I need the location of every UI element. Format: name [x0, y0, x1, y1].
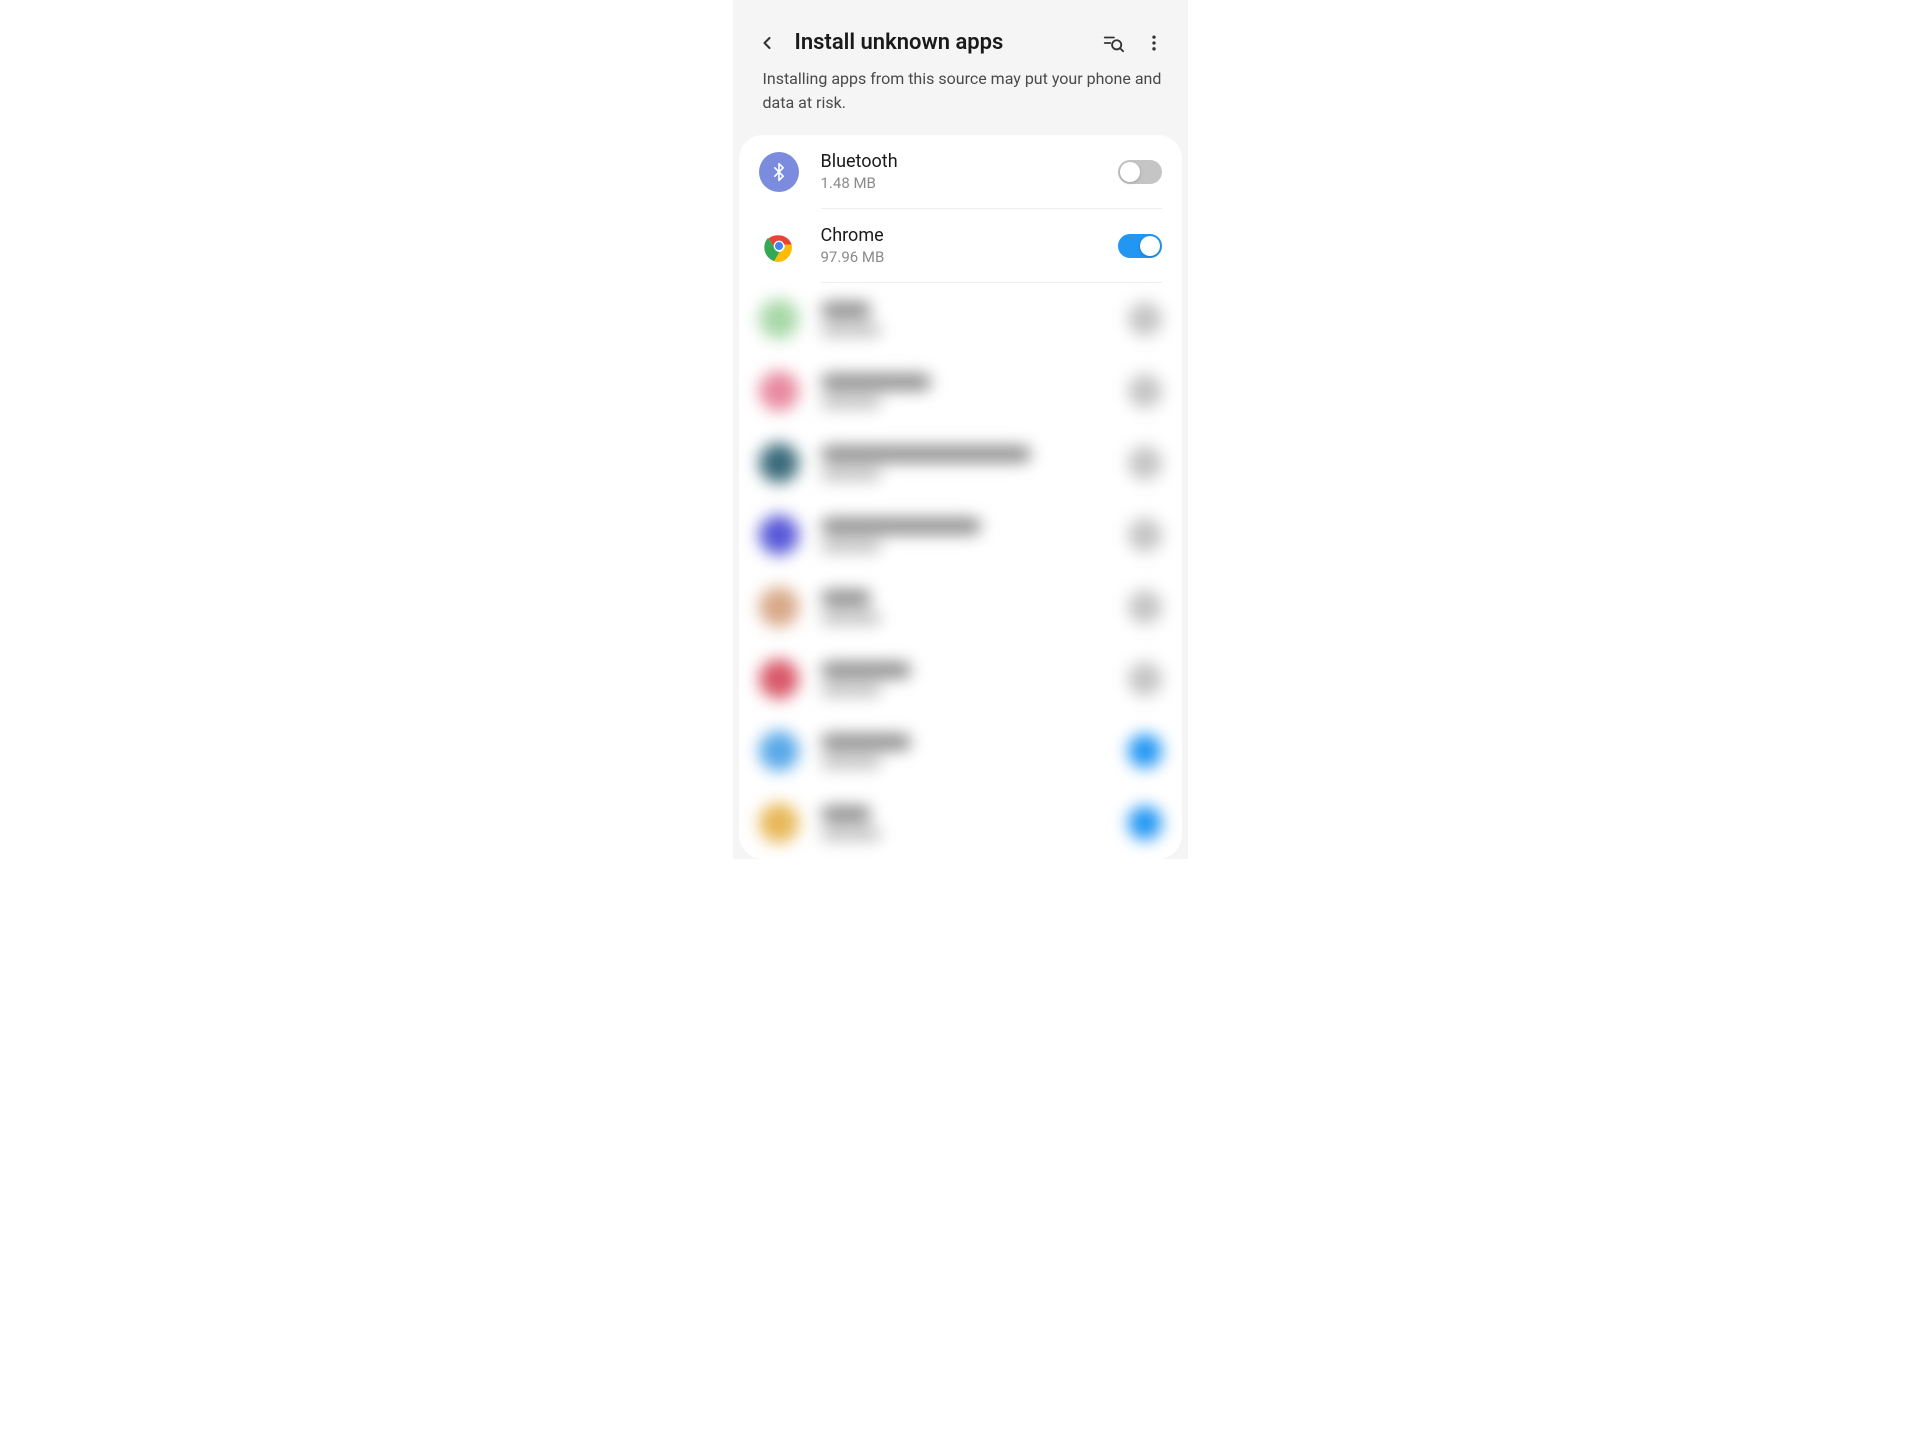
blurred-toggle — [1128, 590, 1162, 624]
app-name: Chrome — [821, 225, 1118, 246]
blurred-app-row — [739, 571, 1182, 643]
blurred-toggle — [1128, 446, 1162, 480]
blurred-app-icon — [759, 803, 799, 843]
app-row-bluetooth[interactable]: Bluetooth 1.48 MB — [739, 135, 1182, 208]
blurred-app-text — [821, 446, 1128, 480]
blurred-app-text — [821, 518, 1128, 552]
blurred-toggle — [1128, 734, 1162, 768]
blurred-app-row — [739, 787, 1182, 859]
chrome-icon — [759, 226, 799, 266]
app-info: Bluetooth 1.48 MB — [821, 151, 1118, 192]
more-options-icon[interactable] — [1144, 33, 1164, 53]
app-row-chrome[interactable]: Chrome 97.96 MB — [739, 209, 1182, 282]
blurred-app-row — [739, 427, 1182, 499]
blurred-app-icon — [759, 659, 799, 699]
blurred-app-row — [739, 715, 1182, 787]
blurred-app-text — [821, 590, 1128, 624]
blurred-toggle — [1128, 806, 1162, 840]
app-info: Chrome 97.96 MB — [821, 225, 1118, 266]
blurred-app-icon — [759, 731, 799, 771]
header: Install unknown apps — [733, 0, 1188, 67]
toggle-chrome[interactable] — [1118, 234, 1162, 258]
blurred-toggle — [1128, 662, 1162, 696]
blurred-toggle — [1128, 518, 1162, 552]
blurred-app-icon — [759, 443, 799, 483]
warning-text: Installing apps from this source may put… — [733, 67, 1188, 135]
blurred-app-text — [821, 734, 1128, 768]
search-icon[interactable] — [1102, 32, 1124, 54]
blurred-app-row — [739, 643, 1182, 715]
blurred-app-row — [739, 355, 1182, 427]
page-title: Install unknown apps — [795, 30, 1084, 55]
blurred-app-text — [821, 662, 1128, 696]
app-size: 97.96 MB — [821, 248, 1118, 266]
settings-screen: Install unknown apps Installing apps fro… — [733, 0, 1188, 859]
blurred-app-text — [821, 806, 1128, 840]
blurred-app-icon — [759, 371, 799, 411]
blurred-toggle — [1128, 374, 1162, 408]
toggle-bluetooth[interactable] — [1118, 160, 1162, 184]
blurred-app-icon — [759, 299, 799, 339]
app-list-card: Bluetooth 1.48 MB Chr — [739, 135, 1182, 859]
blurred-app-row — [739, 283, 1182, 355]
back-button[interactable] — [757, 33, 777, 53]
blurred-toggle — [1128, 302, 1162, 336]
blurred-app-row — [739, 499, 1182, 571]
app-name: Bluetooth — [821, 151, 1118, 172]
blurred-app-icon — [759, 515, 799, 555]
bluetooth-icon — [759, 152, 799, 192]
blurred-app-text — [821, 374, 1128, 408]
app-size: 1.48 MB — [821, 174, 1118, 192]
blurred-app-icon — [759, 587, 799, 627]
blurred-app-text — [821, 302, 1128, 336]
